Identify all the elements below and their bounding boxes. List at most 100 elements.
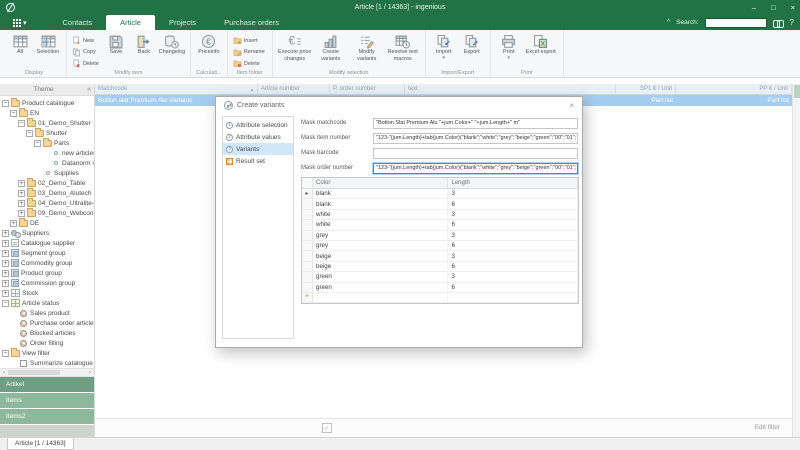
export-button[interactable]: Export bbox=[458, 32, 486, 56]
panel-items[interactable]: Items bbox=[0, 393, 94, 408]
tree-item-01-demo-shutter[interactable]: −01_Demo_Shutter bbox=[0, 118, 94, 128]
sidebar-hscrollbar[interactable]: ‹ › bbox=[0, 368, 94, 377]
expand-icon[interactable]: + bbox=[2, 230, 9, 237]
scroll-right-icon[interactable]: › bbox=[86, 370, 94, 376]
variant-row[interactable]: beige3 bbox=[302, 251, 578, 261]
edit-filter-link[interactable]: Edit filter bbox=[755, 424, 780, 431]
vscroll-thumb[interactable] bbox=[794, 85, 800, 98]
collapse-ribbon-icon[interactable]: ^ bbox=[667, 19, 670, 26]
input-mask-item-number[interactable]: "123-"{jum.Length}+tab(jum.Color)("blank… bbox=[373, 133, 578, 144]
tree-item-view-filter[interactable]: −View filter bbox=[0, 348, 94, 358]
filter-checkbox[interactable]: ✓ bbox=[322, 423, 332, 433]
tab-article[interactable]: Article bbox=[106, 15, 155, 30]
tree-item-en[interactable]: −EN bbox=[0, 108, 94, 118]
create-variants-button[interactable]: Create variants bbox=[313, 32, 349, 62]
tree-item-stock[interactable]: +Stock bbox=[0, 288, 94, 298]
tree-item-parts[interactable]: −Parts bbox=[0, 138, 94, 148]
column-header-length[interactable]: Length bbox=[448, 178, 578, 188]
rename-button[interactable]: Rename bbox=[233, 48, 265, 57]
tree-item-catalogue-supplier[interactable]: +Catalogue supplier bbox=[0, 238, 94, 248]
tab-projects[interactable]: Projects bbox=[155, 15, 210, 30]
execute-price-changes-button[interactable]: €Execute price changes bbox=[277, 32, 313, 62]
insert-button[interactable]: Insert bbox=[233, 36, 265, 45]
expand-icon[interactable]: + bbox=[18, 180, 25, 187]
variant-row[interactable]: blank6 bbox=[302, 199, 578, 209]
column-header-color[interactable]: Color bbox=[313, 178, 448, 188]
tree-item-commodity-group[interactable]: +Commodity group bbox=[0, 258, 94, 268]
variant-row[interactable]: beige6 bbox=[302, 262, 578, 272]
wizard-step-result-set[interactable]: Result set bbox=[223, 155, 293, 167]
collapse-icon[interactable]: − bbox=[10, 110, 17, 117]
expand-icon[interactable]: + bbox=[18, 210, 25, 217]
column-header-matchcode[interactable]: Matchcode▲ bbox=[95, 84, 258, 94]
tree-item-supplies[interactable]: +Supplies bbox=[0, 168, 94, 178]
tree-item-purchase-order-article[interactable]: +Purchase order article bbox=[0, 318, 94, 328]
tree-item-order-filling[interactable]: +Order filling bbox=[0, 338, 94, 348]
expand-icon[interactable]: + bbox=[2, 280, 9, 287]
collapse-icon[interactable]: − bbox=[26, 130, 33, 137]
variant-row[interactable]: white6 bbox=[302, 220, 578, 230]
modify-variants-button[interactable]: Modify variants bbox=[349, 32, 385, 62]
save-button[interactable]: Save bbox=[102, 32, 130, 56]
input-mask-matchcode[interactable]: "Botton Slat Premium Alu "+jum.Color+" "… bbox=[373, 118, 578, 129]
new-button[interactable]: New bbox=[72, 36, 99, 45]
expand-icon[interactable]: + bbox=[2, 290, 9, 297]
tree-item-new-articles[interactable]: +new articles bbox=[0, 148, 94, 158]
vertical-scrollbar[interactable] bbox=[792, 84, 800, 437]
variant-row[interactable]: ▸blank3 bbox=[302, 189, 578, 199]
variant-row[interactable]: green6 bbox=[302, 283, 578, 293]
tree-item-article-status[interactable]: −Article status bbox=[0, 298, 94, 308]
tree-item-datanorm-import[interactable]: +Datanorm import bbox=[0, 158, 94, 168]
tree-item-04-demo-ultralite-doors[interactable]: +04_Demo_Ultralite-Doors bbox=[0, 198, 94, 208]
wizard-step-variants[interactable]: 3Variants bbox=[223, 143, 293, 155]
tree-item-blocked-articles[interactable]: +Blocked articles bbox=[0, 328, 94, 338]
tree-item-product-catalogue[interactable]: −Product catalogue bbox=[0, 98, 94, 108]
scroll-left-icon[interactable]: ‹ bbox=[0, 370, 8, 376]
panel-items2[interactable]: Items2 bbox=[0, 409, 94, 424]
collapse-icon[interactable]: − bbox=[2, 300, 9, 307]
print-button[interactable]: Print▾ bbox=[495, 32, 523, 61]
column-header-text[interactable]: text bbox=[405, 84, 616, 94]
collapse-icon[interactable]: − bbox=[18, 120, 25, 127]
expand-icon[interactable]: + bbox=[2, 270, 9, 277]
column-header-article-number[interactable]: Article number bbox=[258, 84, 330, 94]
tree-item-suppliers[interactable]: +Suppliers bbox=[0, 228, 94, 238]
expand-icon[interactable]: + bbox=[18, 190, 25, 197]
tree-item-de[interactable]: +DE bbox=[0, 218, 94, 228]
tree-item-02-demo-table[interactable]: +02_Demo_Table bbox=[0, 178, 94, 188]
column-header-pp-unit[interactable]: PP € / Unit bbox=[676, 84, 792, 94]
panel-artikel[interactable]: Artikel bbox=[0, 377, 94, 392]
expand-icon[interactable]: + bbox=[2, 260, 9, 267]
delete-button[interactable]: Delete bbox=[72, 59, 99, 68]
dialog-close-icon[interactable]: × bbox=[569, 101, 574, 110]
app-menu-button[interactable]: ▾ bbox=[13, 19, 27, 27]
expand-icon[interactable]: + bbox=[18, 200, 25, 207]
priceinfo-button[interactable]: €Priceinfo bbox=[195, 32, 223, 56]
status-tab-article[interactable]: Article [1 / 14363] bbox=[7, 438, 74, 450]
binoculars-search-icon[interactable] bbox=[773, 19, 784, 27]
hscroll-thumb[interactable] bbox=[8, 370, 60, 375]
tab-contacts[interactable]: Contacts bbox=[49, 15, 107, 30]
tree-item-shutter[interactable]: −Shutter bbox=[0, 128, 94, 138]
collapse-icon[interactable]: − bbox=[34, 140, 41, 147]
tree-item-09-demo-webcontrols[interactable]: +09_Demo_Webcontrols bbox=[0, 208, 94, 218]
tree-item-sales-product[interactable]: +Sales product bbox=[0, 308, 94, 318]
maximize-button[interactable]: □ bbox=[771, 3, 776, 12]
tree-item-segment-group[interactable]: +Segment group bbox=[0, 248, 94, 258]
column-header-sp1-unit[interactable]: SP1 € / Unit bbox=[616, 84, 676, 94]
variant-row[interactable]: green3 bbox=[302, 272, 578, 282]
tab-purchase-orders[interactable]: Purchase orders bbox=[210, 15, 293, 30]
changelog-button[interactable]: Changelog bbox=[158, 32, 186, 56]
expand-icon[interactable]: + bbox=[2, 240, 9, 247]
collapse-icon[interactable]: − bbox=[2, 350, 9, 357]
input-mask-order-number[interactable]: "123-"{jum.Length}+tab(jum.Color)("blank… bbox=[373, 163, 578, 174]
input-mask-barcode[interactable] bbox=[373, 148, 578, 159]
expand-icon[interactable]: + bbox=[10, 220, 17, 227]
wizard-step-attribute-values[interactable]: 2Attribute values bbox=[223, 131, 293, 143]
wizard-step-attribute-selection[interactable]: 1Attribute selection bbox=[223, 119, 293, 131]
variant-row[interactable]: grey3 bbox=[302, 231, 578, 241]
excel-export-button[interactable]: XExcel export bbox=[523, 32, 559, 56]
import-button[interactable]: Import▾ bbox=[430, 32, 458, 61]
tree-item-03-demo-alutech[interactable]: +03_Demo_Alutech bbox=[0, 188, 94, 198]
close-button[interactable]: × bbox=[791, 3, 795, 12]
